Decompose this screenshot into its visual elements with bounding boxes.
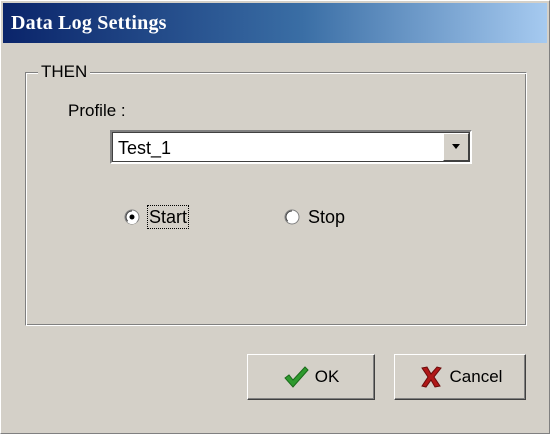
cancel-button[interactable]: Cancel [394,354,526,400]
radio-stop[interactable]: Stop [284,206,345,228]
profile-selected-value: Test_1 [118,138,172,158]
radio-start-dot [129,214,135,220]
close-icon [418,365,444,389]
radio-start-label: Start [146,205,190,229]
radio-stop-indicator[interactable] [284,209,300,225]
chevron-down-icon [450,138,462,156]
cancel-label: Cancel [449,367,503,386]
radio-start-indicator[interactable] [124,209,140,225]
dropdown-button[interactable] [443,133,469,161]
ok-label: OK [314,367,340,386]
checkmark-icon [283,365,309,389]
ok-button[interactable]: OK [247,354,375,400]
profile-dropdown[interactable]: Test_1 [110,130,472,164]
radio-stop-label: Stop [308,207,346,227]
window-title: Data Log Settings [11,11,167,34]
radio-start[interactable]: Start [124,205,190,229]
profile-label: Profile : [68,101,126,120]
groupbox-legend: THEN [38,61,91,83]
title-bar[interactable]: Data Log Settings [3,3,547,43]
